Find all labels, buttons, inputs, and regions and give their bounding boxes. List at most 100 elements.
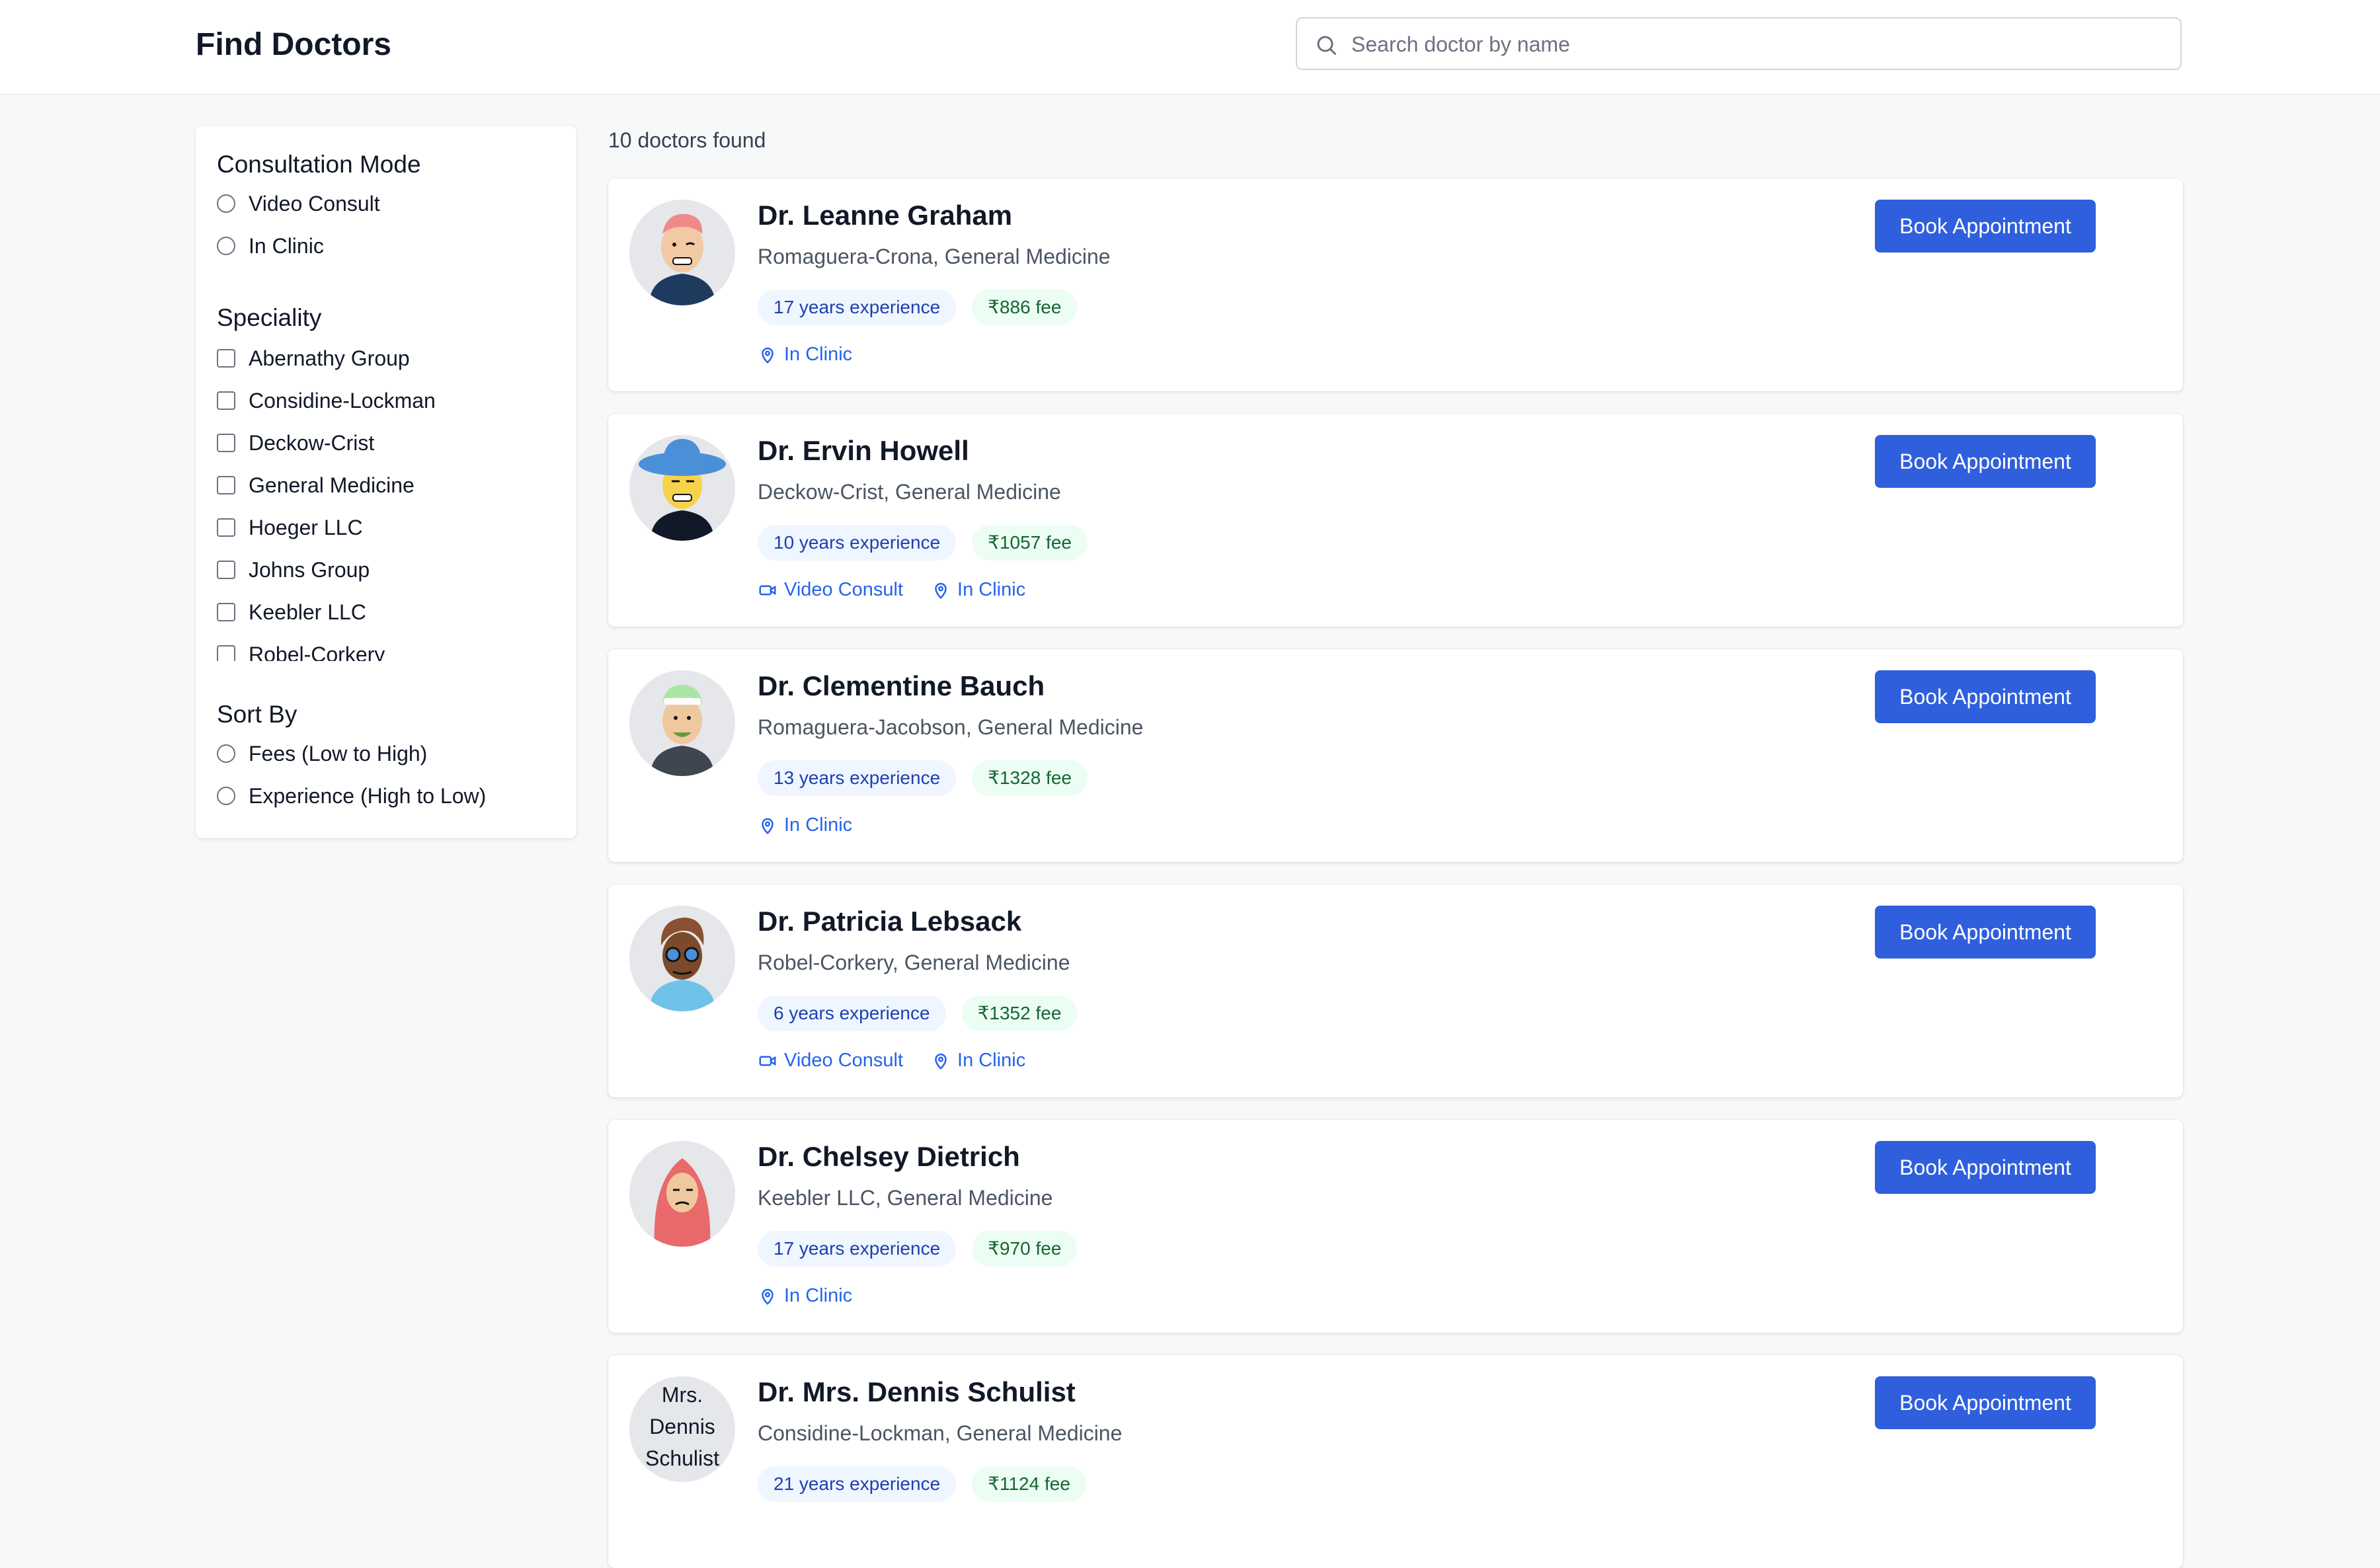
experience-badge: 17 years experience: [758, 1231, 957, 1267]
search-box[interactable]: [1296, 17, 2182, 70]
map-pin-icon: [762, 1288, 774, 1305]
doctor-specialty: Romaguera-Crona, General Medicine: [758, 245, 1111, 268]
doctor-avatar: [629, 670, 735, 776]
option-label: Robel-Corkery: [249, 642, 385, 662]
experience-badge: 6 years experience: [758, 996, 946, 1031]
mode-label: Video Consult: [784, 1050, 904, 1071]
sort-fees-low-to-high[interactable]: Fees (Low to High): [217, 739, 427, 768]
experience-badge: 13 years experience: [758, 760, 957, 796]
doctor-name: Dr. Clementine Bauch: [758, 670, 1045, 701]
book-appointment-button[interactable]: Book Appointment: [1875, 435, 2096, 488]
filter-speciality-option[interactable]: Robel-Corkery: [217, 640, 385, 661]
filter-panel: Consultation Mode Video Consult In Clini…: [196, 126, 576, 838]
sort-experience-high-to-low[interactable]: Experience (High to Low): [217, 781, 486, 810]
option-label: Considine-Lockman: [249, 388, 436, 412]
mode-label: In Clinic: [784, 344, 853, 365]
checkbox[interactable]: [217, 476, 235, 494]
doctor-name: Dr. Mrs. Dennis Schulist: [758, 1376, 1076, 1407]
option-label: General Medicine: [249, 473, 415, 497]
option-label: Abernathy Group: [249, 346, 410, 370]
mode-label: In Clinic: [784, 814, 853, 836]
radio-button[interactable]: [217, 744, 235, 763]
checkbox[interactable]: [217, 645, 235, 661]
doctor-name: Dr. Ervin Howell: [758, 435, 969, 466]
map-pin-icon: [762, 347, 774, 364]
checkbox[interactable]: [217, 434, 235, 452]
doctor-specialty: Considine-Lockman, General Medicine: [758, 1421, 1123, 1445]
fee-badge: ₹1328 fee: [972, 760, 1088, 796]
avatar-alt-text: Mrs. Dennis Schulist: [645, 1383, 720, 1470]
doctor-specialty: Robel-Corkery, General Medicine: [758, 951, 1070, 974]
mode-in-clinic: In Clinic: [931, 579, 1025, 601]
avatar-illustration: [629, 1141, 735, 1247]
video-camera-icon: [759, 1056, 776, 1066]
top-header: Find Doctors: [0, 0, 2380, 95]
option-label: Deckow-Crist: [249, 430, 375, 455]
filter-video-consult[interactable]: Video Consult: [217, 189, 380, 218]
checkbox[interactable]: [217, 603, 235, 621]
doctor-card: Dr. Leanne Graham Romaguera-Crona, Gener…: [608, 178, 2183, 391]
doctor-card: Dr. Ervin Howell Deckow-Crist, General M…: [608, 414, 2183, 627]
mode-in-clinic: In Clinic: [758, 344, 852, 366]
doctor-specialty: Keebler LLC, General Medicine: [758, 1186, 1053, 1210]
doctor-specialty: Deckow-Crist, General Medicine: [758, 480, 1061, 504]
checkbox[interactable]: [217, 518, 235, 537]
book-appointment-button[interactable]: Book Appointment: [1875, 670, 2096, 723]
experience-badge: 10 years experience: [758, 525, 957, 561]
filter-speciality-option[interactable]: General Medicine: [217, 471, 415, 500]
avatar-illustration: [629, 435, 735, 541]
filter-speciality-option[interactable]: Deckow-Crist: [217, 428, 374, 457]
fee-badge: ₹1057 fee: [972, 525, 1088, 561]
doctor-card: Mrs. Dennis Schulist Dr. Mrs. Dennis Sch…: [608, 1355, 2183, 1568]
checkbox[interactable]: [217, 561, 235, 579]
doctor-avatar: [629, 200, 735, 305]
fee-badge: ₹1352 fee: [961, 996, 1078, 1031]
mode-in-clinic: In Clinic: [931, 1050, 1025, 1072]
book-appointment-button[interactable]: Book Appointment: [1875, 1141, 2096, 1194]
map-pin-icon: [935, 1053, 947, 1070]
avatar-illustration: [629, 670, 735, 776]
filter-speciality-option[interactable]: Johns Group: [217, 555, 370, 584]
avatar-illustration: [629, 906, 735, 1011]
radio-button[interactable]: [217, 237, 235, 255]
doctor-avatar: [629, 435, 735, 541]
fee-badge: ₹970 fee: [972, 1231, 1078, 1267]
search-icon: [1317, 36, 1336, 55]
book-appointment-button[interactable]: Book Appointment: [1875, 1376, 2096, 1429]
book-appointment-button[interactable]: Book Appointment: [1875, 200, 2096, 253]
doctor-card: Dr. Patricia Lebsack Robel-Corkery, Gene…: [608, 884, 2183, 1097]
sort-by-heading: Sort By: [217, 701, 298, 728]
filter-speciality-option[interactable]: Hoeger LLC: [217, 513, 363, 542]
filter-speciality-option[interactable]: Considine-Lockman: [217, 386, 436, 415]
fee-badge: ₹1124 fee: [972, 1466, 1086, 1502]
map-pin-icon: [762, 818, 774, 834]
filter-speciality-option[interactable]: Abernathy Group: [217, 344, 410, 373]
experience-badge: 17 years experience: [758, 290, 957, 325]
video-camera-icon: [759, 585, 776, 595]
doctor-card: Dr. Chelsey Dietrich Keebler LLC, Genera…: [608, 1120, 2183, 1333]
radio-button[interactable]: [217, 194, 235, 213]
filter-speciality-option[interactable]: Keebler LLC: [217, 598, 366, 627]
speciality-list[interactable]: Abernathy Group Considine-Lockman Deckow…: [196, 344, 576, 661]
doctor-avatar: [629, 1141, 735, 1247]
checkbox[interactable]: [217, 349, 235, 368]
fee-badge: ₹886 fee: [972, 290, 1078, 325]
search-input[interactable]: [1350, 25, 2166, 63]
mode-video-consult: Video Consult: [758, 1050, 903, 1072]
mode-label: Video Consult: [784, 579, 904, 600]
option-label: In Clinic: [249, 233, 324, 258]
doctor-name: Dr. Leanne Graham: [758, 200, 1013, 231]
mode-video-consult: Video Consult: [758, 579, 903, 601]
doctor-name: Dr. Chelsey Dietrich: [758, 1141, 1020, 1172]
map-pin-icon: [935, 582, 947, 599]
doctor-name: Dr. Patricia Lebsack: [758, 906, 1022, 937]
filter-in-clinic[interactable]: In Clinic: [217, 231, 324, 260]
checkbox[interactable]: [217, 391, 235, 410]
doctor-card: Dr. Clementine Bauch Romaguera-Jacobson,…: [608, 649, 2183, 862]
consultation-mode-heading: Consultation Mode: [217, 151, 421, 178]
radio-button[interactable]: [217, 787, 235, 805]
doctor-specialty: Romaguera-Jacobson, General Medicine: [758, 715, 1144, 739]
page-title: Find Doctors: [196, 27, 391, 62]
mode-label: In Clinic: [957, 1050, 1026, 1071]
book-appointment-button[interactable]: Book Appointment: [1875, 906, 2096, 959]
